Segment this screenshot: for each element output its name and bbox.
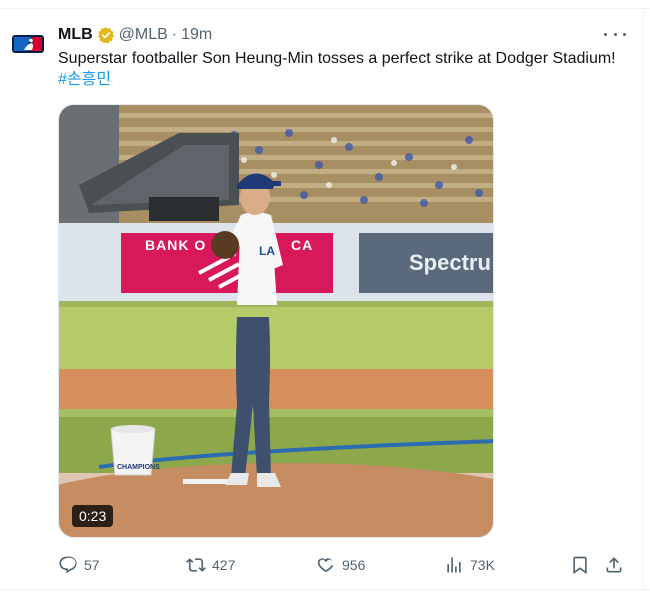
tweet-body: Superstar footballer Son Heung-Min tosse… — [58, 50, 616, 67]
more-options-icon[interactable] — [604, 26, 626, 42]
share-button[interactable] — [604, 554, 624, 576]
author-name[interactable]: MLB — [58, 26, 93, 44]
gold-verified-badge-icon — [97, 26, 115, 44]
repost-button[interactable]: 427 — [186, 554, 235, 576]
repost-icon — [186, 558, 206, 572]
banner-text-right: Spectru — [409, 250, 491, 275]
top-divider — [0, 8, 650, 9]
heart-icon — [317, 558, 334, 573]
bottom-divider — [0, 589, 650, 590]
timestamp[interactable]: 19m — [181, 26, 212, 44]
view-count: 73K — [470, 557, 495, 573]
reply-icon — [59, 556, 77, 574]
share-icon — [606, 557, 622, 573]
views-button[interactable]: 73K — [444, 554, 495, 576]
tweet-header: MLB @MLB · 19m — [58, 25, 212, 45]
repost-count: 427 — [212, 557, 236, 573]
reply-count: 57 — [84, 557, 100, 573]
bookmark-button[interactable] — [570, 554, 590, 576]
right-divider — [643, 8, 644, 590]
video-duration: 0:23 — [72, 505, 114, 527]
svg-text:LA: LA — [259, 244, 275, 258]
like-count: 956 — [342, 557, 366, 573]
analytics-icon — [447, 557, 461, 573]
separator-dot: · — [171, 26, 178, 43]
video-frame: BANK O CA Spectru CHAMPIONS LA — [59, 105, 493, 537]
tweet-text: Superstar footballer Son Heung-Min tosse… — [58, 48, 618, 90]
video-player[interactable]: BANK O CA Spectru CHAMPIONS LA — [58, 104, 494, 538]
banner-text-left: BANK O — [145, 237, 206, 253]
banner-text-left-suffix: CA — [291, 237, 313, 253]
reply-button[interactable]: 57 — [58, 554, 100, 576]
bookmark-icon — [573, 556, 587, 575]
avatar[interactable] — [12, 28, 44, 60]
tweet-actions: 57 427 956 73K — [58, 554, 628, 576]
mlb-logo-icon — [12, 35, 44, 53]
bucket-label: CHAMPIONS — [117, 464, 160, 471]
hashtag-link[interactable]: #손흥민 — [58, 71, 111, 88]
like-button[interactable]: 956 — [316, 554, 365, 576]
author-handle[interactable]: @MLB — [119, 26, 168, 44]
